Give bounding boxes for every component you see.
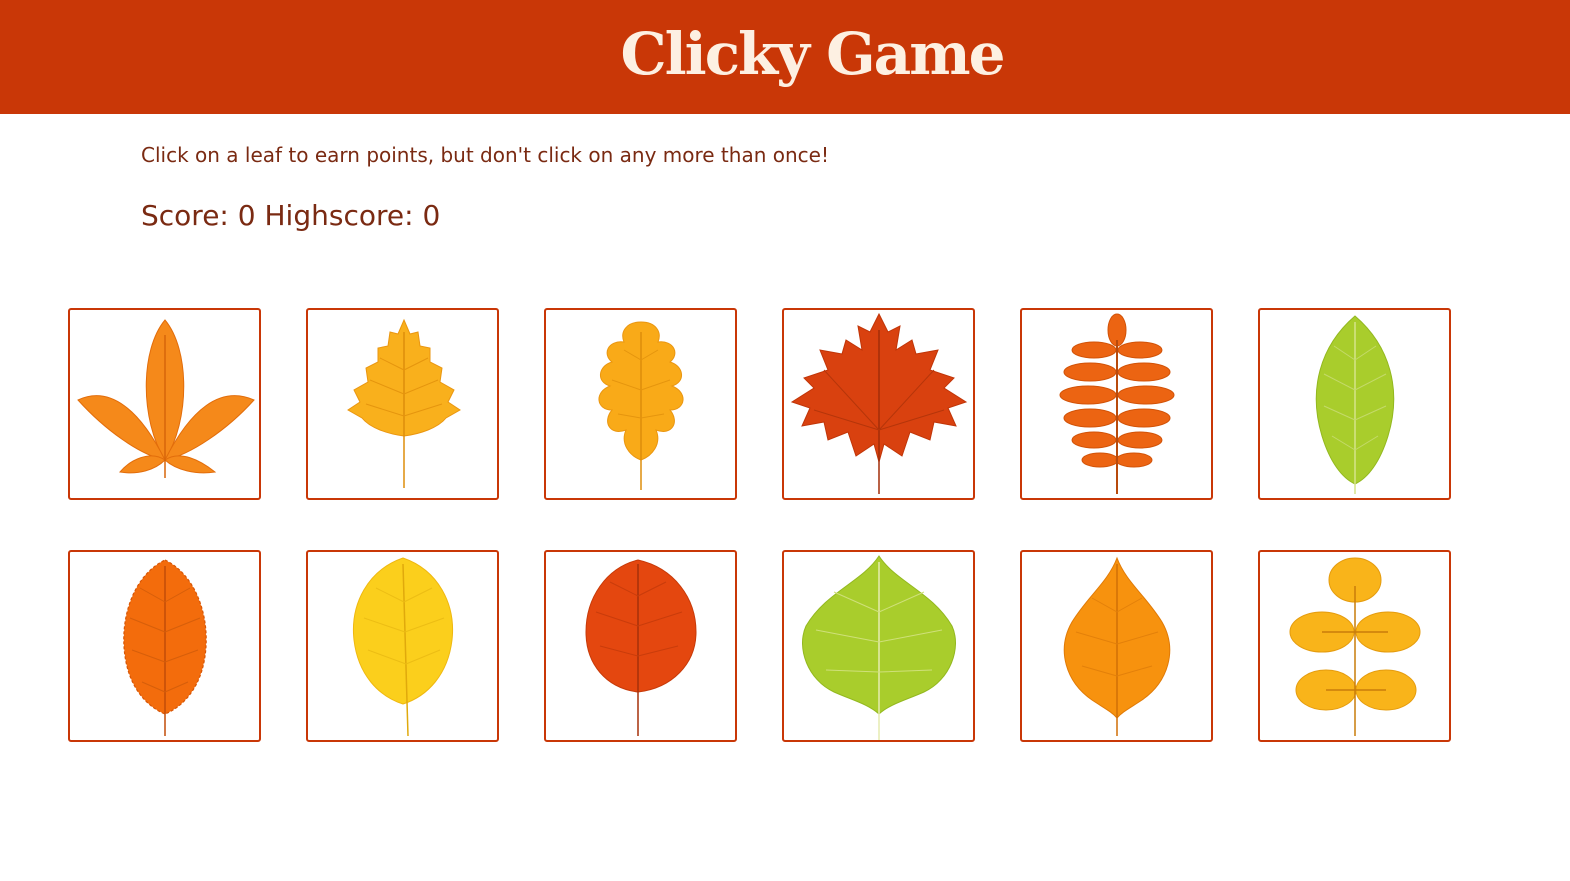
header-bar: Clicky Game bbox=[0, 0, 1570, 114]
instructions-text: Click on a leaf to earn points, but don'… bbox=[141, 143, 829, 167]
green-heart-leaf-icon bbox=[802, 555, 956, 740]
page-title: Clicky Game bbox=[620, 20, 1005, 88]
green-elliptic-leaf-icon bbox=[1315, 315, 1395, 494]
leaf-card-4[interactable] bbox=[782, 308, 975, 500]
birch-leaf-icon bbox=[347, 318, 461, 488]
red-round-leaf-icon bbox=[585, 559, 697, 736]
leaf-card-10[interactable] bbox=[782, 550, 975, 742]
leaf-card-11[interactable] bbox=[1020, 550, 1213, 742]
highscore-value: 0 bbox=[422, 199, 441, 232]
leaf-card-1[interactable] bbox=[68, 308, 261, 500]
leaf-card-9[interactable] bbox=[544, 550, 737, 742]
leaf-card-3[interactable] bbox=[544, 308, 737, 500]
yellow-round-leaf-icon bbox=[352, 557, 454, 737]
ash-compound-leaf-icon bbox=[1289, 557, 1421, 736]
horse-chestnut-leaf-icon bbox=[77, 319, 255, 478]
leaf-card-8[interactable] bbox=[306, 550, 499, 742]
score-display: Score: 0 Highscore: 0 bbox=[141, 196, 440, 236]
score-label: Score: bbox=[141, 199, 229, 232]
leaf-card-6[interactable] bbox=[1258, 308, 1451, 500]
maple-leaf-icon bbox=[790, 312, 968, 494]
oak-leaf-icon bbox=[598, 321, 684, 490]
score-value: 0 bbox=[237, 199, 256, 232]
orange-serrated-leaf-icon bbox=[123, 559, 207, 736]
leaf-card-12[interactable] bbox=[1258, 550, 1451, 742]
leaf-card-5[interactable] bbox=[1020, 308, 1213, 500]
leaf-card-7[interactable] bbox=[68, 550, 261, 742]
orange-pointed-leaf-icon bbox=[1063, 556, 1171, 736]
leaf-card-2[interactable] bbox=[306, 308, 499, 500]
rowan-leaf-icon bbox=[1059, 313, 1175, 494]
highscore-label: Highscore: bbox=[264, 199, 414, 232]
